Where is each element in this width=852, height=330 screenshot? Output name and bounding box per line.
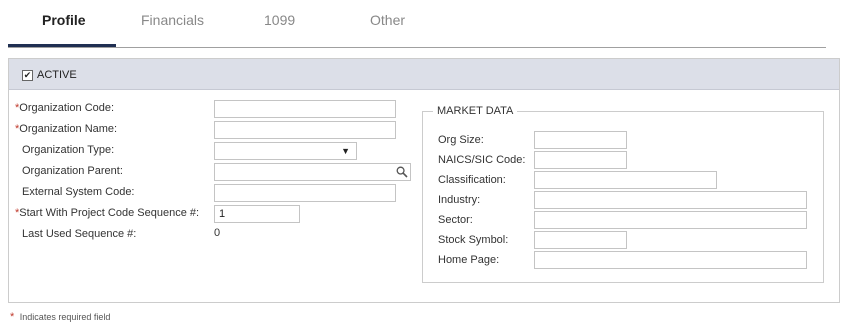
profile-panel: ✔ ACTIVE *Organization Code: *Organizati… — [8, 58, 840, 303]
stock-symbol-input[interactable] — [534, 231, 627, 249]
org-name-label: *Organization Name: — [15, 123, 118, 135]
home-page-input[interactable] — [534, 251, 807, 269]
org-code-input[interactable] — [214, 100, 396, 118]
external-code-input[interactable] — [214, 184, 396, 202]
active-section-header: ✔ ACTIVE — [9, 59, 839, 90]
start-seq-input[interactable]: 1 — [214, 205, 300, 223]
required-field-note: * Indicates required field — [10, 311, 111, 323]
classification-label: Classification: — [438, 174, 506, 186]
search-icon[interactable] — [396, 166, 408, 178]
industry-input[interactable] — [534, 191, 807, 209]
required-marker: * — [10, 311, 15, 323]
tab-other[interactable]: Other — [370, 12, 405, 28]
org-parent-input[interactable] — [214, 163, 411, 181]
classification-input[interactable] — [534, 171, 717, 189]
market-data-group: MARKET DATA Org Size: NAICS/SIC Code: Cl… — [422, 105, 824, 283]
org-type-label: Organization Type: — [22, 144, 115, 156]
sector-input[interactable] — [534, 211, 807, 229]
start-seq-label: *Start With Project Code Sequence #: — [15, 207, 200, 219]
tab-1099[interactable]: 1099 — [264, 12, 295, 28]
active-checkbox-label: ACTIVE — [37, 69, 77, 81]
org-size-label: Org Size: — [438, 134, 484, 146]
naics-label: NAICS/SIC Code: — [438, 154, 526, 166]
org-code-label: *Organization Code: — [15, 102, 115, 114]
tab-bar: Profile Financials 1099 Other — [8, 0, 826, 48]
org-parent-label: Organization Parent: — [22, 165, 123, 177]
last-seq-value: 0 — [214, 227, 221, 239]
sector-label: Sector: — [438, 214, 473, 226]
last-seq-label: Last Used Sequence #: — [22, 228, 137, 240]
industry-label: Industry: — [438, 194, 481, 206]
chevron-down-icon: ▼ — [341, 146, 350, 156]
active-checkbox[interactable]: ✔ — [22, 70, 33, 81]
tab-profile[interactable]: Profile — [42, 12, 86, 28]
home-page-label: Home Page: — [438, 254, 500, 266]
tab-financials[interactable]: Financials — [141, 12, 204, 28]
active-tab-indicator — [8, 44, 116, 47]
org-size-input[interactable] — [534, 131, 627, 149]
external-code-label: External System Code: — [22, 186, 135, 198]
org-name-input[interactable] — [214, 121, 396, 139]
org-type-select[interactable]: ▼ — [214, 142, 357, 160]
naics-input[interactable] — [534, 151, 627, 169]
stock-symbol-label: Stock Symbol: — [438, 234, 509, 246]
market-data-title: MARKET DATA — [433, 105, 518, 117]
